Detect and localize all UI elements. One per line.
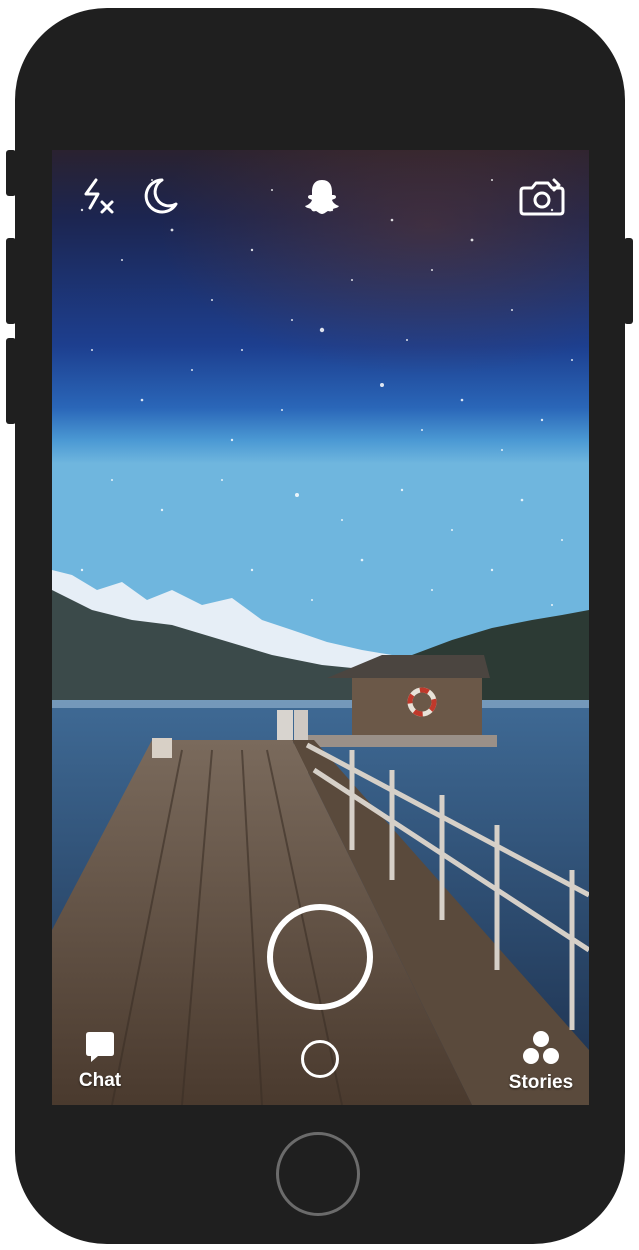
home-button[interactable] (276, 1132, 360, 1216)
chat-bubble-icon (86, 1032, 114, 1062)
flip-camera-icon[interactable] (518, 176, 566, 218)
power-button[interactable] (624, 238, 633, 324)
memories-button[interactable] (301, 1040, 339, 1078)
stories-icon (523, 1031, 559, 1064)
camera-viewfinder[interactable]: Chat Stories (52, 150, 589, 1105)
stories-button[interactable]: Stories (501, 1030, 581, 1100)
chat-button[interactable]: Chat (60, 1030, 140, 1100)
stories-label: Stories (508, 1072, 574, 1093)
ghost-icon[interactable] (302, 176, 342, 216)
flash-off-icon[interactable] (78, 176, 116, 216)
chat-label: Chat (78, 1070, 122, 1091)
shutter-button[interactable] (267, 904, 373, 1010)
moon-icon[interactable] (142, 176, 180, 216)
